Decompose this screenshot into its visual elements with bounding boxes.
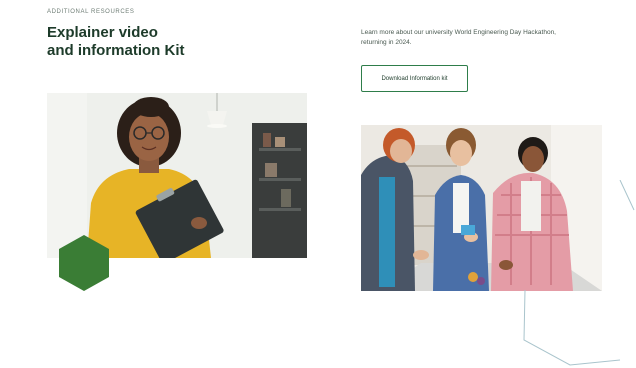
eyebrow-label: ADDITIONAL RESOURCES (47, 9, 135, 15)
download-information-kit-button[interactable]: Download Information kit (361, 65, 468, 92)
title-line-2: and information Kit (47, 42, 185, 59)
outline-hexagon-decoration-icon (523, 180, 635, 366)
section-description: Learn more about our university World En… (361, 29, 556, 46)
section-title: Explainer video and information Kit (47, 24, 247, 60)
hexagon-decoration-icon (59, 235, 109, 291)
title-line-1: Explainer video (47, 24, 158, 41)
